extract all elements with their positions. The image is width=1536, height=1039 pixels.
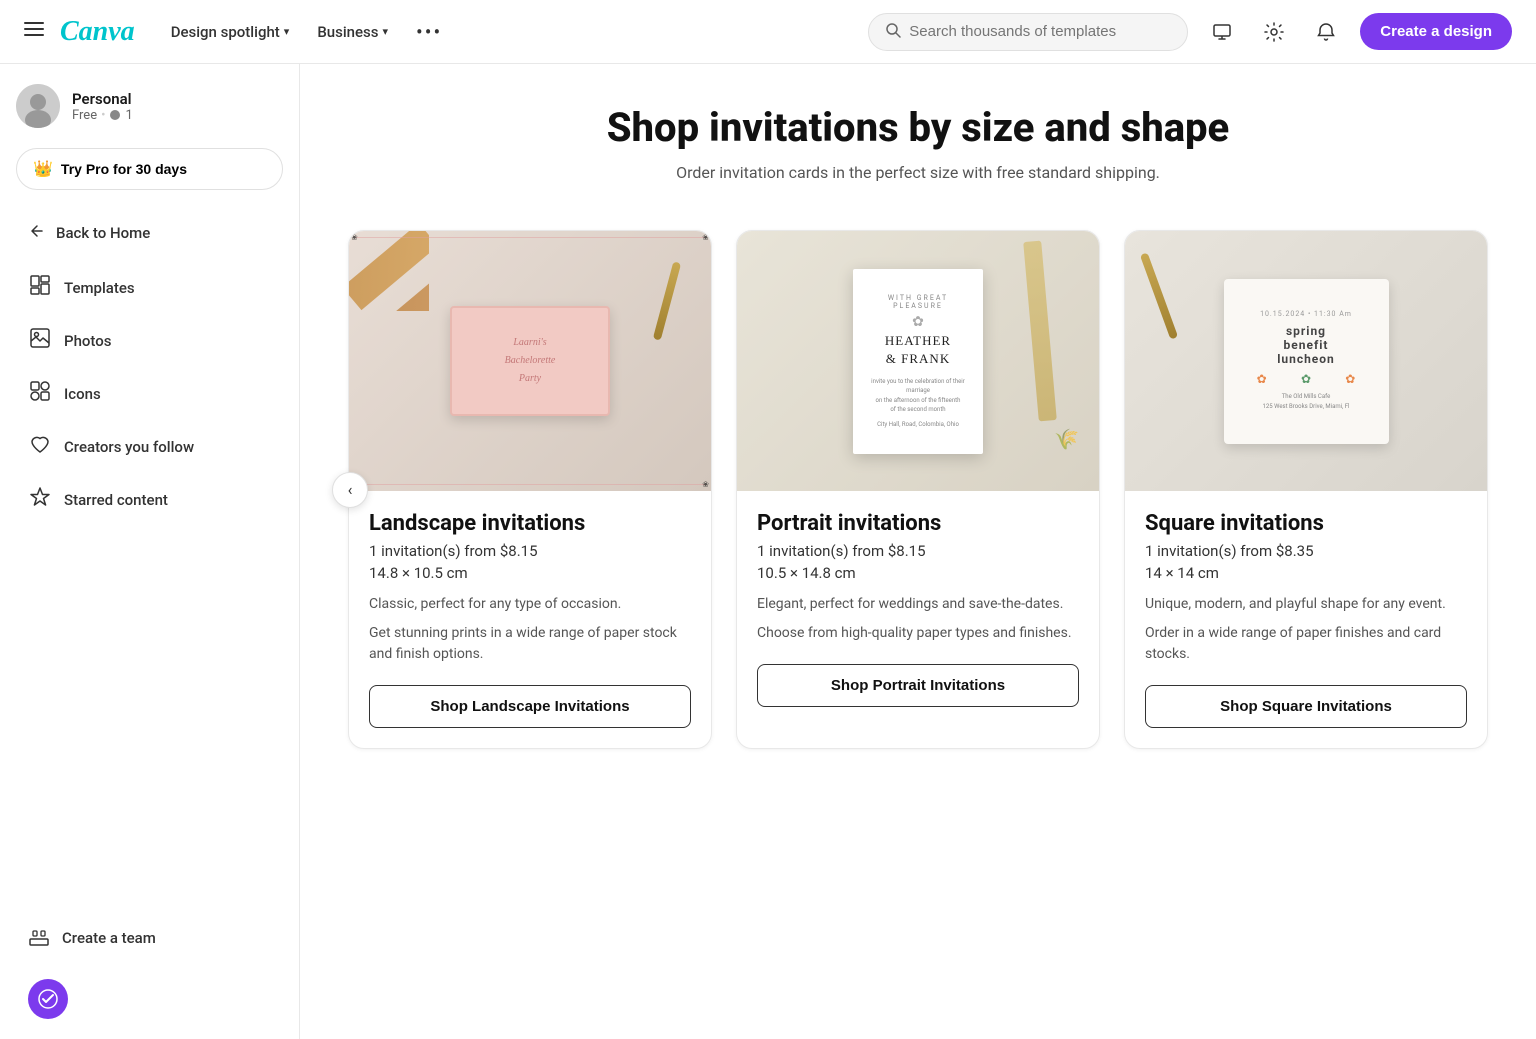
sidebar-item-creators[interactable]: Creators you follow (16, 421, 283, 472)
square-card-size: 14 × 14 cm (1145, 564, 1467, 582)
portrait-card-size: 10.5 × 14.8 cm (757, 564, 1079, 582)
portrait-card-desc2: Choose from high-quality paper types and… (757, 623, 1079, 644)
photos-icon (28, 327, 52, 354)
templates-icon (28, 274, 52, 301)
square-card-price: 1 invitation(s) from $8.35 (1145, 542, 1467, 560)
canva-logo[interactable]: Canva (60, 16, 135, 48)
square-card-desc: Unique, modern, and playful shape for an… (1145, 594, 1467, 615)
scroll-back-button[interactable]: ‹ (332, 472, 368, 508)
sidebar-item-photos[interactable]: Photos (16, 315, 283, 366)
landscape-card-title: Landscape invitations (369, 511, 691, 536)
business-menu[interactable]: Business ▾ (305, 15, 400, 49)
square-card-image: 10.15.2024 • 11:30 Am springbenefitlunch… (1125, 231, 1487, 491)
search-input[interactable] (909, 23, 1171, 40)
top-navigation: Canva Design spotlight ▾ Business ▾ ••• (0, 0, 1536, 64)
search-icon (885, 22, 901, 42)
nav-menu: Design spotlight ▾ Business ▾ ••• (159, 12, 455, 52)
square-card-title: Square invitations (1145, 511, 1467, 536)
icons-icon (28, 380, 52, 407)
profile-section: Personal Free • 1 (16, 84, 283, 128)
arrow-left-icon (28, 222, 46, 244)
monitor-icon[interactable] (1204, 14, 1240, 50)
star-icon (28, 486, 52, 513)
chevron-down-icon: ▾ (284, 25, 290, 38)
landscape-card-image: Laarni's Bachelorette Party ❀ ❀ (349, 231, 711, 491)
sidebar: Personal Free • 1 👑 Try Pro for 30 days (0, 64, 300, 1039)
person-icon (109, 109, 121, 121)
cards-wrapper: ‹ (348, 230, 1488, 749)
sidebar-item-icons[interactable]: Icons (16, 368, 283, 419)
square-card-desc2: Order in a wide range of paper finishes … (1145, 623, 1467, 665)
landscape-card-size: 14.8 × 10.5 cm (369, 564, 691, 582)
team-icon (28, 925, 50, 951)
portrait-card-price: 1 invitation(s) from $8.15 (757, 542, 1079, 560)
landscape-card-price: 1 invitation(s) from $8.15 (369, 542, 691, 560)
portrait-card: WITH GREAT PLEASURE ✿ HEATHER& FRANK inv… (736, 230, 1100, 749)
hamburger-menu[interactable] (24, 19, 44, 44)
profile-name: Personal (72, 90, 133, 108)
sidebar-nav: Back to Home Templates (16, 210, 283, 525)
chevron-down-icon: ▾ (383, 25, 389, 38)
search-bar[interactable] (868, 13, 1188, 51)
sidebar-bottom: Create a team (16, 893, 283, 1019)
sidebar-item-templates[interactable]: Templates (16, 262, 283, 313)
main-content: Shop invitations by size and shape Order… (300, 64, 1536, 1039)
shop-landscape-button[interactable]: Shop Landscape Invitations (369, 685, 691, 728)
back-to-home[interactable]: Back to Home (16, 210, 283, 256)
landscape-card-desc: Classic, perfect for any type of occasio… (369, 594, 691, 615)
more-menu[interactable]: ••• (404, 12, 454, 52)
create-design-button[interactable]: Create a design (1360, 13, 1512, 50)
ai-assistant-button[interactable] (28, 979, 68, 1019)
page-layout: Personal Free • 1 👑 Try Pro for 30 days (0, 64, 1536, 1039)
page-title: Shop invitations by size and shape (348, 104, 1488, 151)
create-team-item[interactable]: Create a team (16, 913, 283, 963)
nav-icon-group (1204, 14, 1344, 50)
try-pro-button[interactable]: 👑 Try Pro for 30 days (16, 148, 283, 190)
page-subtitle: Order invitation cards in the perfect si… (348, 163, 1488, 182)
avatar (16, 84, 60, 128)
notifications-icon[interactable] (1308, 14, 1344, 50)
profile-plan: Free • 1 (72, 108, 133, 123)
shop-square-button[interactable]: Shop Square Invitations (1145, 685, 1467, 728)
crown-icon: 👑 (33, 159, 53, 179)
portrait-card-desc: Elegant, perfect for weddings and save-t… (757, 594, 1079, 615)
settings-icon[interactable] (1256, 14, 1292, 50)
shop-portrait-button[interactable]: Shop Portrait Invitations (757, 664, 1079, 707)
square-card: 10.15.2024 • 11:30 Am springbenefitlunch… (1124, 230, 1488, 749)
design-spotlight-menu[interactable]: Design spotlight ▾ (159, 15, 302, 49)
landscape-card-desc2: Get stunning prints in a wide range of p… (369, 623, 691, 665)
landscape-card: Laarni's Bachelorette Party ❀ ❀ (348, 230, 712, 749)
cards-grid: Laarni's Bachelorette Party ❀ ❀ (348, 230, 1488, 749)
sidebar-item-starred[interactable]: Starred content (16, 474, 283, 525)
portrait-card-image: WITH GREAT PLEASURE ✿ HEATHER& FRANK inv… (737, 231, 1099, 491)
portrait-card-title: Portrait invitations (757, 511, 1079, 536)
heart-icon (28, 433, 52, 460)
